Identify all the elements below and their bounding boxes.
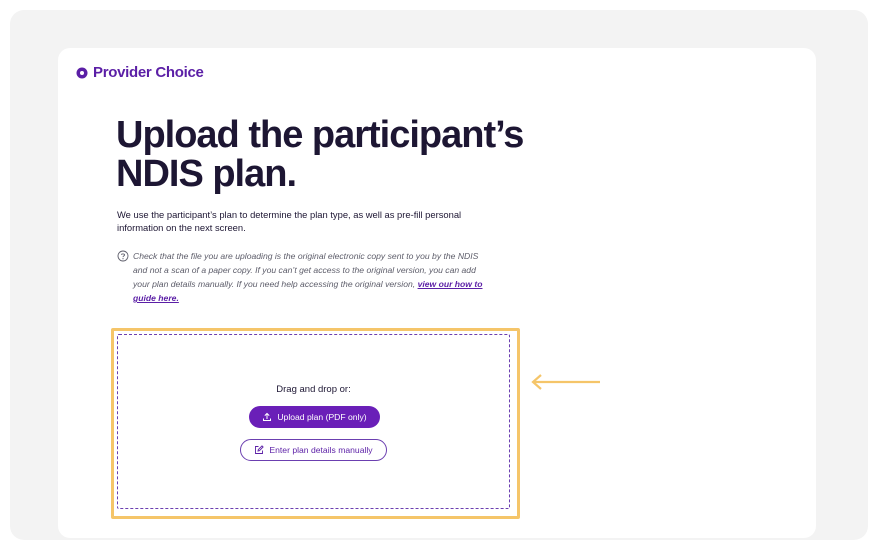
enter-details-manually-label: Enter plan details manually bbox=[269, 445, 373, 455]
info-note: Check that the file you are uploading is… bbox=[117, 249, 497, 305]
brand-mark-icon bbox=[76, 67, 88, 78]
drag-drop-label: Drag and drop or: bbox=[276, 384, 351, 395]
upload-plan-label: Upload plan (PDF only) bbox=[277, 412, 367, 422]
help-circle-icon bbox=[117, 250, 129, 262]
upload-icon bbox=[263, 412, 272, 421]
brand-logo[interactable]: Provider Choice bbox=[76, 64, 204, 81]
page-title: Upload the participant’s NDIS plan. bbox=[116, 114, 524, 195]
pointer-arrow-icon bbox=[531, 374, 600, 390]
brand-name: Provider Choice bbox=[93, 64, 204, 81]
info-note-text: Check that the file you are uploading is… bbox=[133, 249, 493, 305]
edit-icon bbox=[255, 445, 265, 454]
upload-plan-button[interactable]: Upload plan (PDF only) bbox=[249, 406, 380, 428]
enter-details-manually-button[interactable]: Enter plan details manually bbox=[240, 439, 387, 461]
page-description: We use the participant’s plan to determi… bbox=[117, 209, 462, 233]
